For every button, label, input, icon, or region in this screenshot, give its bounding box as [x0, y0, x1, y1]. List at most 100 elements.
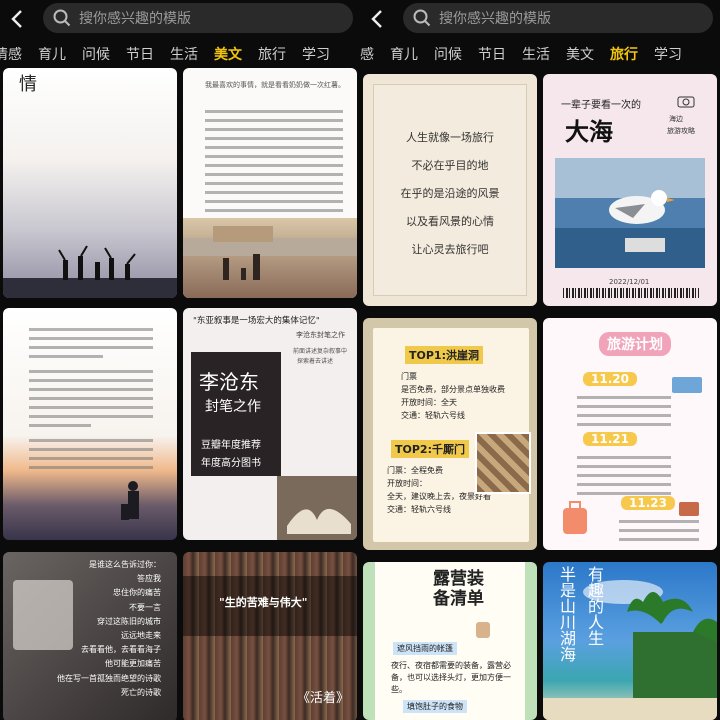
template-card[interactable]: 旅游计划 11.20 11.21 11.23: [543, 318, 717, 550]
search-icon: [413, 9, 431, 27]
template-card[interactable]: 我最喜欢的事情，就是看看奶奶做一次红薯。: [183, 68, 357, 298]
detail-line: 门票: [401, 372, 417, 381]
template-card[interactable]: "东亚叙事是一场宏大的集体记忆" 李沧东封笔之作 前面讲述复杂叙事中 探索着去讲…: [183, 308, 357, 540]
open-book-photo: [277, 476, 357, 540]
seagull-photo: [555, 158, 705, 268]
text-lines: [29, 322, 153, 475]
poem-line: 他可能更加痛苦: [105, 659, 161, 669]
search-input[interactable]: 搜你感兴趣的模版: [43, 3, 353, 33]
template-card[interactable]: [3, 308, 177, 540]
tab-parenting[interactable]: 育儿: [382, 44, 426, 64]
barcode: [563, 288, 699, 298]
back-button[interactable]: [0, 0, 34, 38]
tab-travel[interactable]: 旅行: [602, 44, 646, 64]
template-grid: 情 我最喜欢的事情，就是看看奶奶做一次红薯。 "东亚叙事是一场宏大的集体记忆" …: [0, 68, 360, 720]
title-vertical-1: 有趣的人生: [585, 566, 604, 646]
detail-line: 交通：轻轨六号线: [387, 505, 451, 514]
quote-line: 在乎的是沿途的风景: [400, 187, 500, 200]
time-1: 11.20: [583, 372, 637, 386]
template-grid: 人生就像一场旅行 不必在乎目的地 在乎的是沿途的风景 以及看风景的心情 让心灵去…: [360, 68, 720, 720]
detail-line: 交通：轻轨六号线: [401, 411, 465, 420]
book-title-2: 封笔之作: [205, 399, 261, 415]
top1-details: 门票 是否免费，部分景点单独收费 开放时间：全天 交通：轻轨六号线: [401, 370, 505, 422]
card-text: 我最喜欢的事情，就是看看奶奶做一次红薯。: [205, 81, 345, 89]
template-card[interactable]: 一辈子要看一次的 大海 海边 旅游攻略 2022/12/01: [543, 74, 717, 306]
template-card[interactable]: 人生就像一场旅行 不必在乎目的地 在乎的是沿途的风景 以及看风景的心情 让心灵去…: [363, 74, 537, 306]
tab-study[interactable]: 学习: [646, 44, 690, 64]
quote-text: "生的苦难与伟大": [219, 596, 308, 609]
poem-line: 去看看他，去看看海子: [81, 645, 161, 655]
right-panel: 搜你感兴趣的模版 感 育儿 问候 节日 生活 美文 旅行 学习 人生就像一场旅行…: [360, 0, 720, 720]
label-food: 填饱肚子的食物: [403, 700, 467, 713]
back-button[interactable]: [360, 0, 394, 38]
back-arrow-icon: [371, 10, 382, 28]
quote-line: 以及看风景的心情: [406, 215, 494, 228]
suitcase-icon: [563, 501, 587, 534]
tag-2: 旅游攻略: [667, 127, 695, 135]
search-input[interactable]: 搜你感兴趣的模版: [403, 3, 713, 33]
sunset-silhouette-image: [121, 481, 139, 520]
top-bar: 搜你感兴趣的模版: [360, 0, 720, 38]
tab-life[interactable]: 生活: [514, 44, 558, 64]
quote-line: 人生就像一场旅行: [406, 131, 494, 144]
drink-icon: [476, 622, 490, 638]
tab-festival[interactable]: 节日: [470, 44, 514, 64]
template-card[interactable]: "生的苦难与伟大" 《活着》: [183, 552, 357, 720]
template-card[interactable]: 情: [3, 68, 177, 298]
template-card[interactable]: 露营装 备清单 遮风挡雨的帐篷 夜行、夜宿都需要的装备，露营必备，也可以选择头灯…: [363, 562, 537, 720]
title-vertical-2: 半是山川湖海: [557, 566, 576, 662]
quote-line: 不必在乎目的地: [411, 159, 489, 172]
search-placeholder: 搜你感兴趣的模版: [439, 11, 551, 27]
plan-lines: [619, 514, 699, 547]
beach-photo: [183, 218, 357, 298]
template-card[interactable]: 有趣的人生 半是山川湖海: [543, 562, 717, 720]
tab-emotion[interactable]: 情感: [0, 44, 30, 64]
left-panel: 搜你感兴趣的模版 情感 育儿 问候 节日 生活 美文 旅行 学习 情 我最喜欢的…: [0, 0, 360, 720]
label-tent: 遮风挡雨的帐篷: [393, 642, 457, 655]
poem-line: 死亡的诗歌: [121, 687, 161, 697]
subtitle-1: 李沧东封笔之作: [296, 331, 345, 339]
subtitle-3: 探索着去讲述: [296, 358, 333, 365]
plan-lines: [577, 450, 671, 501]
book-name: 《活着》: [296, 691, 349, 706]
silhouette-image: [3, 245, 177, 298]
category-tabs: 感 育儿 问候 节日 生活 美文 旅行 学习: [360, 40, 712, 68]
template-card[interactable]: TOP1:洪崖洞 门票 是否免费，部分景点单独收费 开放时间：全天 交通：轻轨六…: [363, 318, 537, 550]
ticket-icon: [672, 377, 702, 393]
card-title: 大海: [565, 118, 613, 146]
plan-title: 旅游计划: [599, 332, 671, 356]
tab-prose[interactable]: 美文: [206, 44, 250, 64]
book-cover: 李沧东 封笔之作 豆瓣年度推荐 年度高分图书: [191, 352, 281, 476]
quote-line: 让心灵去旅行吧: [411, 243, 489, 256]
tab-parenting[interactable]: 育儿: [30, 44, 74, 64]
date-label: 2022/12/01: [609, 278, 650, 286]
poem-line: 穿过这陈旧的城市: [97, 616, 161, 626]
detail-line: 是否免费，部分景点单独收费: [401, 385, 505, 394]
tab-prose[interactable]: 美文: [558, 44, 602, 64]
photo-collage: [475, 432, 531, 494]
top-bar: 搜你感兴趣的模版: [0, 0, 360, 38]
plan-lines: [577, 390, 671, 432]
poem-text: 是谁这么告诉过你： 答应我 忠住你的痛苦 不要一言 穿过这陈旧的城市 远远地走来…: [57, 558, 161, 700]
poem-line: 答应我: [137, 574, 161, 584]
template-card[interactable]: 是谁这么告诉过你： 答应我 忠住你的痛苦 不要一言 穿过这陈旧的城市 远远地走来…: [3, 552, 177, 720]
tab-life[interactable]: 生活: [162, 44, 206, 64]
poem-line: 忠住你的痛苦: [113, 588, 161, 598]
book-line-2: 年度高分图书: [201, 458, 261, 469]
tab-festival[interactable]: 节日: [118, 44, 162, 64]
poem-line: 他在写一首孤独而绝望的诗歌: [57, 673, 161, 683]
camera-icon: [677, 96, 695, 108]
detail-line: 开放时间：全天: [401, 398, 457, 407]
tab-greetings[interactable]: 问候: [426, 44, 470, 64]
travel-quote: 人生就像一场旅行 不必在乎目的地 在乎的是沿途的风景 以及看风景的心情 让心灵去…: [363, 124, 537, 264]
book-line-1: 豆瓣年度推荐: [201, 440, 261, 451]
search-placeholder: 搜你感兴趣的模版: [79, 11, 191, 27]
tab-travel[interactable]: 旅行: [250, 44, 294, 64]
list-title-2: 备清单: [433, 589, 484, 609]
poem-line: 是谁这么告诉过你：: [89, 560, 161, 569]
card-title: 情: [19, 74, 37, 95]
tab-study[interactable]: 学习: [294, 44, 338, 64]
subtitle-2: 前面讲述复杂叙事中: [292, 348, 347, 355]
tab-greetings[interactable]: 问候: [74, 44, 118, 64]
tab-emotion[interactable]: 感: [360, 44, 382, 64]
